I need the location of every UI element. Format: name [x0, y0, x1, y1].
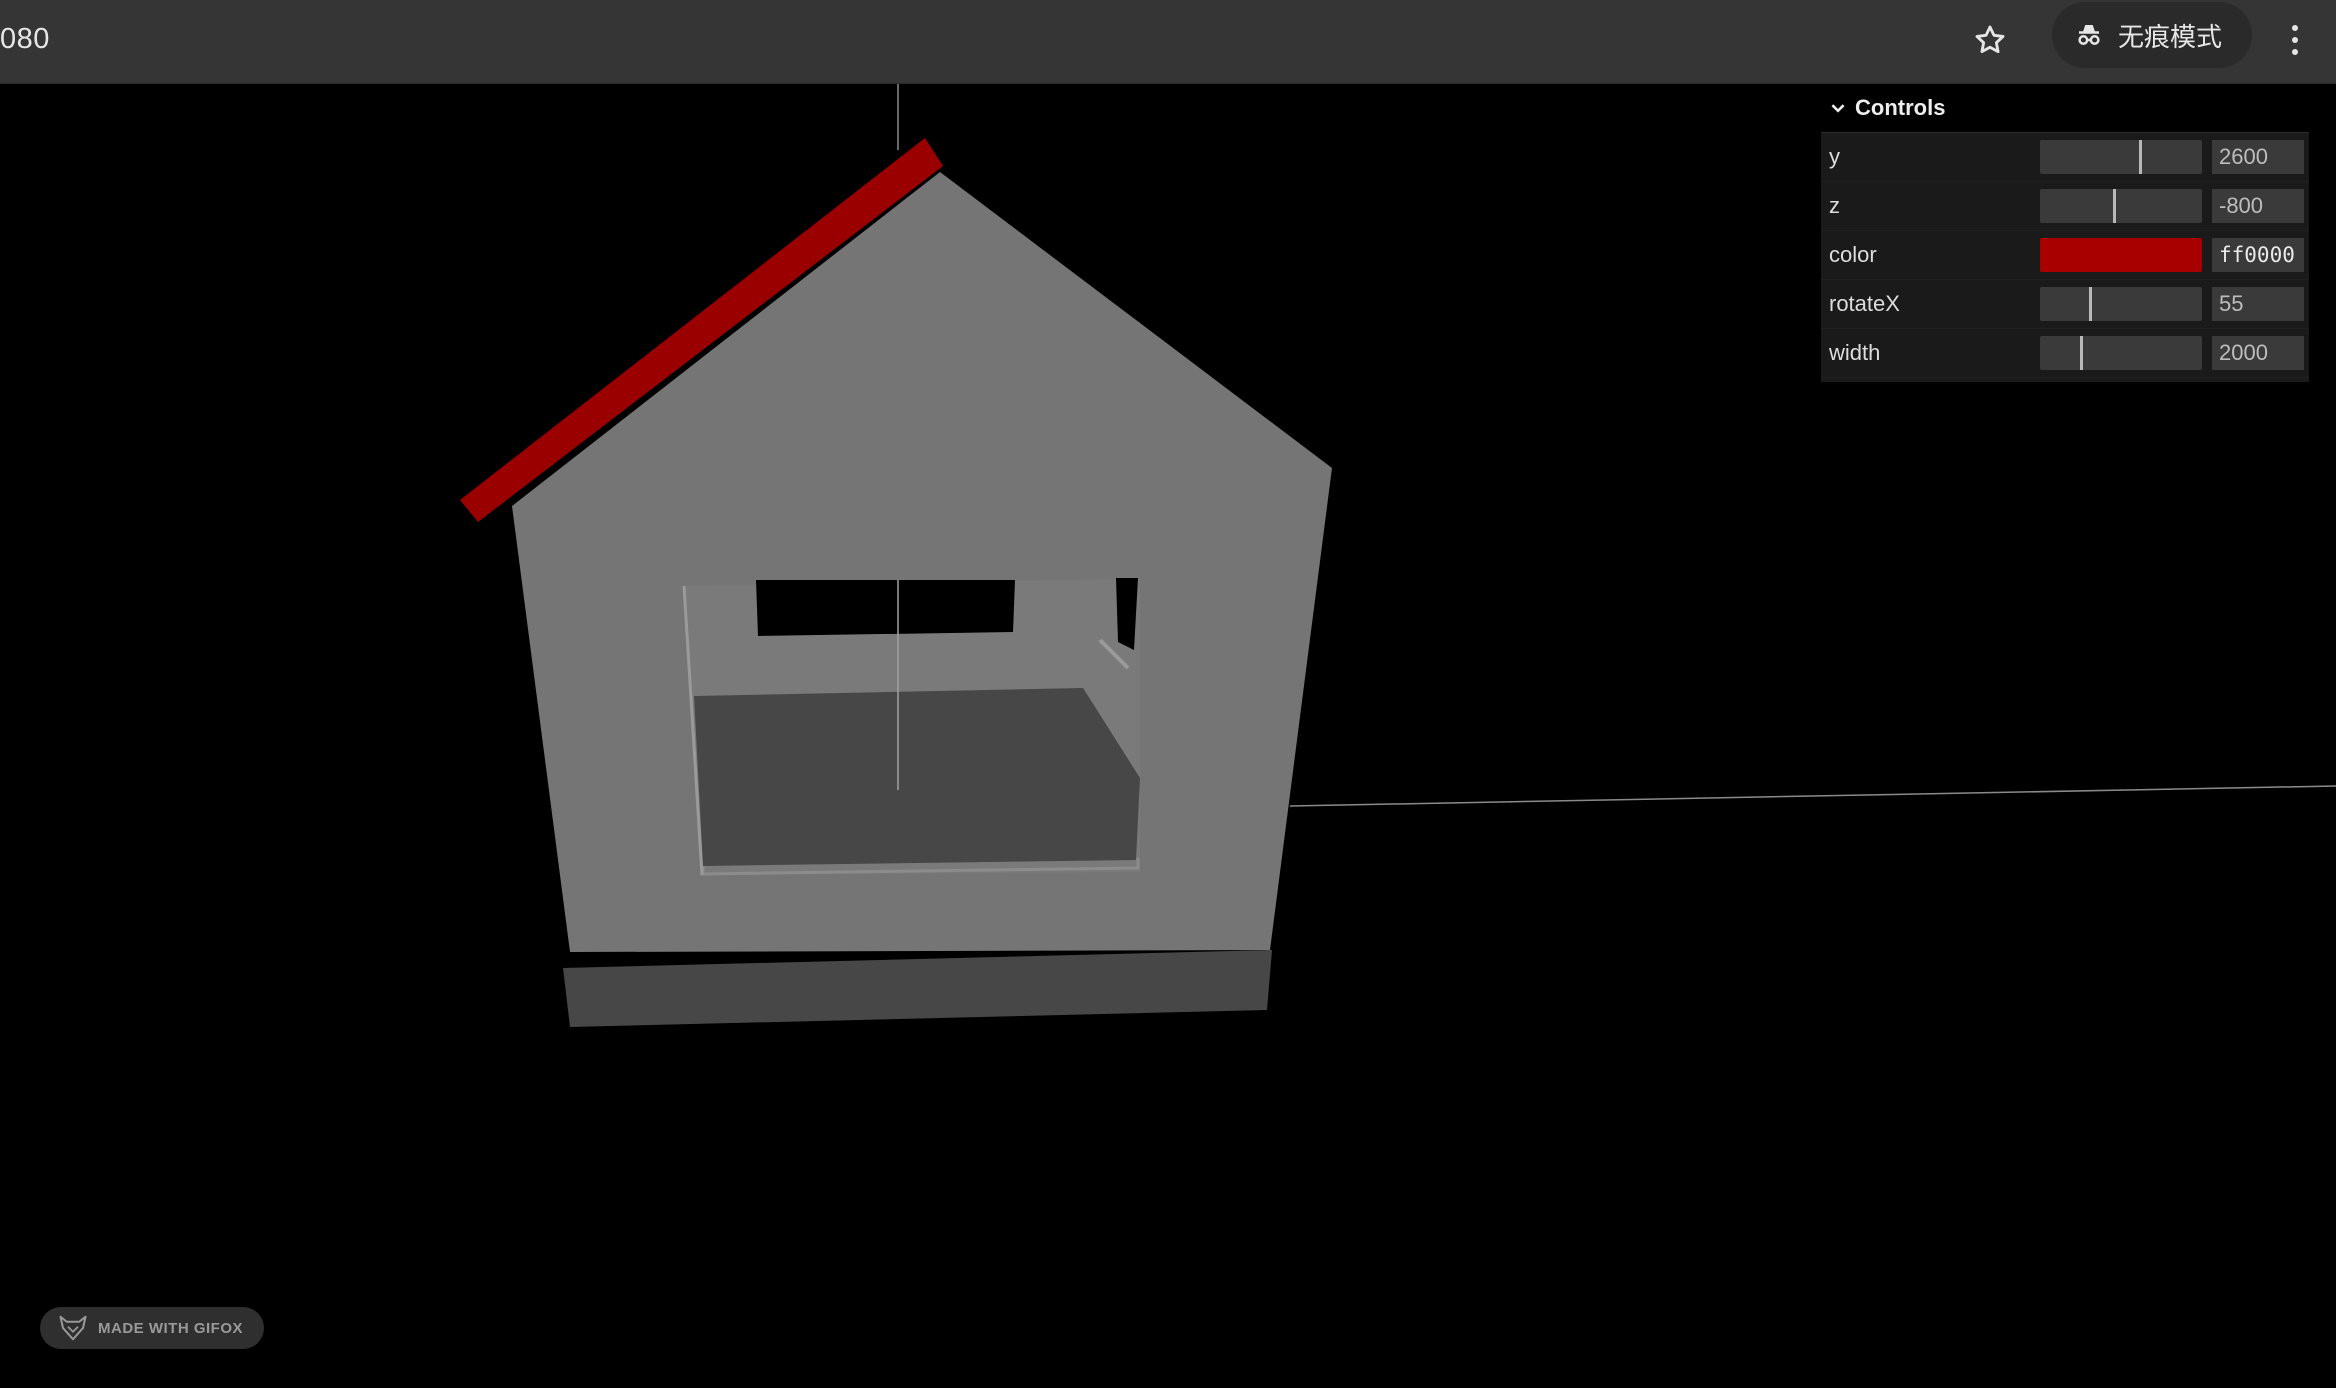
gifox-watermark: MADE WITH GIFOX: [40, 1307, 264, 1349]
incognito-icon: [2078, 25, 2100, 45]
control-label: width: [1829, 340, 1881, 365]
incognito-label: 无痕模式: [2118, 21, 2223, 52]
color-hex-input[interactable]: ff0000: [2212, 238, 2304, 272]
address-bar-text[interactable]: 080: [0, 18, 50, 60]
control-row-width: width 2000: [1821, 329, 2309, 378]
more-vert-icon[interactable]: [2280, 14, 2310, 66]
z-value-input[interactable]: -800: [2212, 189, 2304, 223]
rotatex-value-input[interactable]: 55: [2212, 287, 2304, 321]
control-label: y: [1829, 144, 1840, 169]
controls-header[interactable]: Controls: [1821, 84, 2309, 133]
incognito-indicator[interactable]: 无痕模式: [2052, 2, 2252, 68]
control-label: z: [1829, 193, 1840, 218]
y-value-input[interactable]: 2600: [2212, 140, 2304, 174]
width-value-input[interactable]: 2000: [2212, 336, 2304, 370]
window-left: [756, 580, 1015, 636]
controls-title: Controls: [1855, 95, 1946, 120]
control-row-y: y 2600: [1821, 133, 2309, 182]
star-icon[interactable]: [1964, 14, 2016, 66]
z-slider[interactable]: [2040, 189, 2202, 223]
width-slider[interactable]: [2040, 336, 2202, 370]
controls-panel: Controls y 2600 z -800 color ff0000 rota…: [1821, 84, 2309, 382]
control-label: rotateX: [1829, 291, 1900, 316]
color-swatch[interactable]: [2040, 238, 2202, 272]
watermark-label: MADE WITH GIFOX: [98, 1319, 243, 1337]
ground-axis-line: [1289, 785, 2336, 807]
browser-toolbar: 080 无痕模式: [0, 0, 2336, 84]
house-floor: [694, 688, 1140, 866]
chevron-down-icon: [1831, 104, 1845, 113]
control-row-color: color ff0000: [1821, 231, 2309, 280]
control-row-rotatex: rotateX 55: [1821, 280, 2309, 329]
y-slider[interactable]: [2040, 140, 2202, 174]
house-base: [563, 950, 1272, 1027]
control-row-z: z -800: [1821, 182, 2309, 231]
fox-icon: [59, 1315, 87, 1341]
rotatex-slider[interactable]: [2040, 287, 2202, 321]
control-label: color: [1829, 242, 1877, 267]
